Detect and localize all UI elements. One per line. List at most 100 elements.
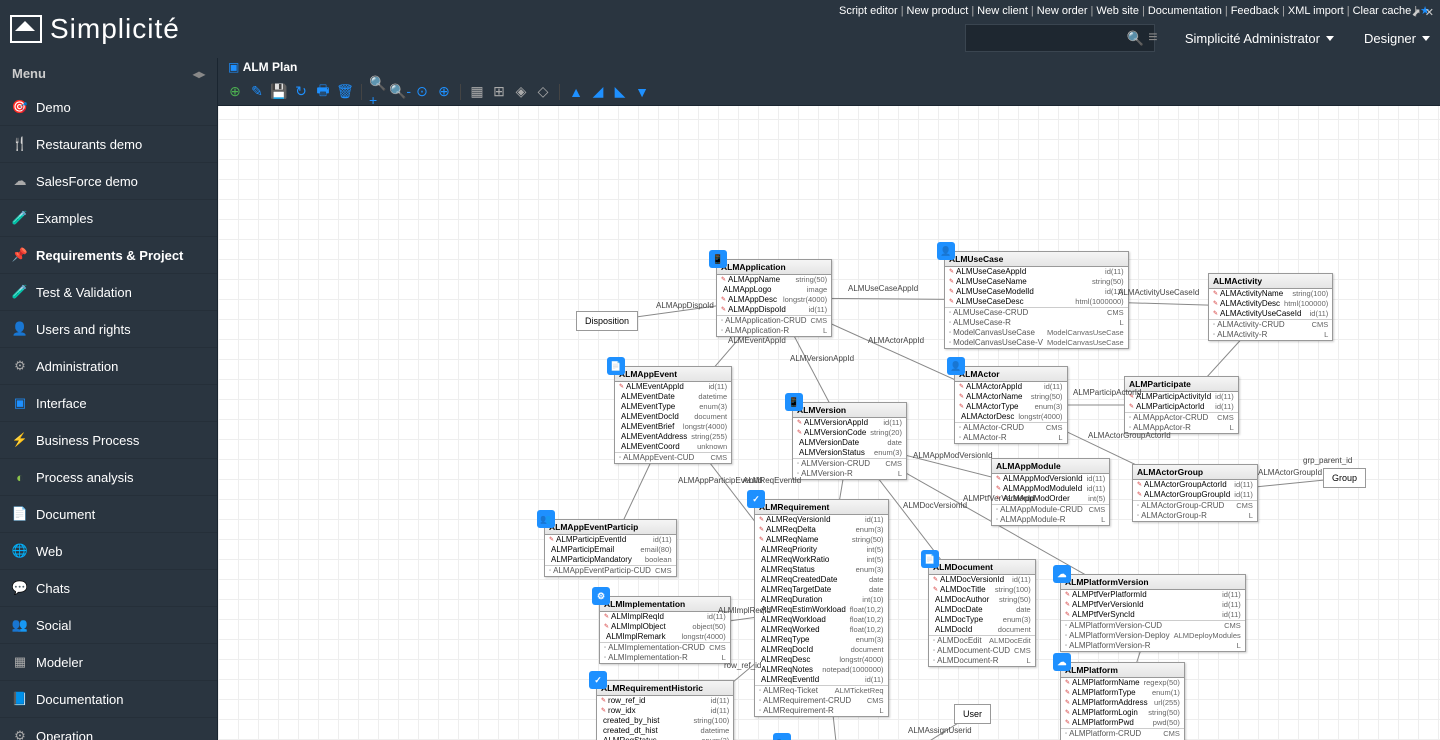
- entity-field: ✎ALMPlatformPwdpwd(50): [1061, 718, 1184, 728]
- box-disposition[interactable]: Disposition: [576, 311, 638, 331]
- collapse-icon[interactable]: ◂▸: [193, 67, 205, 81]
- entity-header[interactable]: ALMActorGroup: [1133, 465, 1257, 480]
- refresh-icon[interactable]: ↻: [292, 83, 310, 101]
- entity-header[interactable]: ALMAppEventParticip👥: [545, 520, 676, 535]
- entity-ALMDocument[interactable]: ALMDocument📄✎ALMDocVersionIdid(11)✎ALMDo…: [928, 559, 1036, 667]
- layer2-icon[interactable]: ◇: [534, 83, 552, 101]
- search-input[interactable]: [972, 31, 1127, 45]
- menu-label: Demo: [36, 100, 71, 115]
- zoom-in-icon[interactable]: 🔍+: [369, 83, 387, 101]
- entity-header[interactable]: ALMAppModule: [992, 459, 1109, 474]
- flip-h-icon[interactable]: ▲: [567, 83, 585, 101]
- print-icon[interactable]: 🖶: [314, 83, 332, 101]
- search-box[interactable]: 🔍 ≡: [965, 24, 1155, 52]
- box-group[interactable]: Group: [1323, 468, 1366, 488]
- entity-header[interactable]: ALMDocument📄: [929, 560, 1035, 575]
- entity-ALMRequirement[interactable]: ALMRequirement✓✎ALMReqVersionIdid(11)✎AL…: [754, 499, 889, 717]
- menu-label: Chats: [36, 581, 70, 596]
- menu-icon: 👥: [12, 617, 28, 633]
- zoom-fit-icon[interactable]: ⊙: [413, 83, 431, 101]
- sidebar-item-interface[interactable]: ▣Interface: [0, 385, 217, 422]
- search-icon[interactable]: 🔍: [1127, 30, 1144, 47]
- entity-ALMAppEvent[interactable]: ALMAppEvent📄✎ALMEventAppIdid(11) ALMEven…: [614, 366, 732, 464]
- entity-field: ALMReqEstimWorkloadfloat(10,2): [755, 605, 888, 615]
- menu-icon: 🍴: [12, 136, 28, 152]
- menu-icon: ⚡: [12, 432, 28, 448]
- top-link-script-editor[interactable]: Script editor: [839, 5, 898, 17]
- sidebar-item-web[interactable]: 🌐Web: [0, 533, 217, 570]
- entity-badge-icon: 👤: [947, 357, 965, 375]
- sidebar-item-salesforce-demo[interactable]: ☁SalesForce demo: [0, 163, 217, 200]
- menu-label: Process analysis: [36, 470, 134, 485]
- entity-header[interactable]: ALMParticipate: [1125, 377, 1238, 392]
- user-dropdown[interactable]: Simplicité Administrator: [1185, 31, 1334, 46]
- sidebar-item-demo[interactable]: 🎯Demo: [0, 89, 217, 126]
- entity-ALMPlatform[interactable]: ALMPlatform☁✎ALMPlatformNameregexp(50)✎A…: [1060, 662, 1185, 740]
- sidebar-item-users-and-rights[interactable]: 👤Users and rights: [0, 311, 217, 348]
- sidebar-item-chats[interactable]: 💬Chats: [0, 570, 217, 607]
- sidebar-item-modeler[interactable]: ▦Modeler: [0, 644, 217, 681]
- sidebar-item-restaurants-demo[interactable]: 🍴Restaurants demo: [0, 126, 217, 163]
- canvas[interactable]: ALMApplication📱✎ALMAppNamestring(50) ALM…: [218, 106, 1440, 740]
- sidebar-item-social[interactable]: 👥Social: [0, 607, 217, 644]
- sidebar-item-operation[interactable]: ⚙Operation: [0, 718, 217, 740]
- entity-header[interactable]: ALMApplication📱: [717, 260, 831, 275]
- entity-ALMRequirementHistoric[interactable]: ALMRequirementHistoric✓✎row_ref_idid(11)…: [596, 680, 734, 740]
- entity-header[interactable]: ALMPlatform☁: [1061, 663, 1184, 678]
- entity-action: ▫ALMPlatformVersion-RL: [1061, 641, 1245, 651]
- entity-field: ALMActorDesclongstr(4000): [955, 412, 1067, 422]
- add-icon[interactable]: ⊕: [226, 83, 244, 101]
- top-link-new-order[interactable]: New order: [1037, 5, 1088, 17]
- grid-icon[interactable]: ▦: [468, 83, 486, 101]
- entity-ALMImplementation[interactable]: ALMImplementation⚙✎ALMImplReqIdid(11)✎AL…: [599, 596, 731, 664]
- entity-ALMAppEventParticip[interactable]: ALMAppEventParticip👥✎ALMParticipEventIdi…: [544, 519, 677, 577]
- sidebar-item-document[interactable]: 📄Document: [0, 496, 217, 533]
- role-dropdown[interactable]: Designer: [1364, 31, 1430, 46]
- top-link-documentation[interactable]: Documentation: [1148, 5, 1222, 17]
- zoom-100-icon[interactable]: ⊕: [435, 83, 453, 101]
- flip-v-icon[interactable]: ◢: [589, 83, 607, 101]
- rotate-icon[interactable]: ◣: [611, 83, 629, 101]
- top-link-clear-cache[interactable]: Clear cache: [1353, 5, 1412, 17]
- edit-icon[interactable]: ✎: [248, 83, 266, 101]
- entity-ALMActor[interactable]: ALMActor👤✎ALMActorAppIdid(11)✎ALMActorNa…: [954, 366, 1068, 444]
- entity-header[interactable]: ALMImplementation⚙: [600, 597, 730, 612]
- top-link-web-site[interactable]: Web site: [1096, 5, 1139, 17]
- entity-header[interactable]: ALMRequirement✓: [755, 500, 888, 515]
- entity-ALMParticipate[interactable]: ALMParticipate✎ALMParticipActivityIdid(1…: [1124, 376, 1239, 434]
- entity-ALMVersion[interactable]: ALMVersion📱✎ALMVersionAppIdid(11)✎ALMVer…: [792, 402, 907, 480]
- sidebar-item-test-validation[interactable]: 🧪Test & Validation: [0, 274, 217, 311]
- entity-header[interactable]: ALMRequirementHistoric✓: [597, 681, 733, 696]
- top-link-new-client[interactable]: New client: [977, 5, 1028, 17]
- sidebar-item-business-process[interactable]: ⚡Business Process: [0, 422, 217, 459]
- entity-ALMActivity[interactable]: ALMActivity✎ALMActivityNamestring(100)✎A…: [1208, 273, 1333, 341]
- entity-header[interactable]: ALMPlatformVersion☁: [1061, 575, 1245, 590]
- entity-ALMAppModule[interactable]: ALMAppModule✎ALMAppModVersionIdid(11)✎AL…: [991, 458, 1110, 526]
- entity-ALMUseCase[interactable]: ALMUseCase👤✎ALMUseCaseAppIdid(11)✎ALMUse…: [944, 251, 1129, 349]
- top-link-new-product[interactable]: New product: [907, 5, 969, 17]
- snap-icon[interactable]: ⊞: [490, 83, 508, 101]
- entity-ALMPlatformVersion[interactable]: ALMPlatformVersion☁✎ALMPtfVerPlatformIdi…: [1060, 574, 1246, 652]
- top-link-xml-import[interactable]: XML import: [1288, 5, 1344, 17]
- delete-icon[interactable]: 🗑: [336, 83, 354, 101]
- menu-icon[interactable]: ≡: [1148, 29, 1157, 47]
- mirror-icon[interactable]: ▼: [633, 83, 651, 101]
- entity-header[interactable]: ALMActivity: [1209, 274, 1332, 289]
- layer-icon[interactable]: ◈: [512, 83, 530, 101]
- canvas-wrap[interactable]: ALMApplication📱✎ALMAppNamestring(50) ALM…: [218, 106, 1440, 740]
- entity-header[interactable]: ALMUseCase👤: [945, 252, 1128, 267]
- sidebar-item-process-analysis[interactable]: ◐Process analysis: [0, 459, 217, 496]
- entity-header[interactable]: ALMActor👤: [955, 367, 1067, 382]
- zoom-out-icon[interactable]: 🔍-: [391, 83, 409, 101]
- entity-header[interactable]: ALMAppEvent📄: [615, 367, 731, 382]
- sidebar-item-administration[interactable]: ⚙Administration: [0, 348, 217, 385]
- sidebar-item-documentation[interactable]: 📘Documentation: [0, 681, 217, 718]
- sidebar-item-examples[interactable]: 🧪Examples: [0, 200, 217, 237]
- top-link-feedback[interactable]: Feedback: [1231, 5, 1279, 17]
- entity-ALMApplication[interactable]: ALMApplication📱✎ALMAppNamestring(50) ALM…: [716, 259, 832, 337]
- entity-header[interactable]: ALMVersion📱: [793, 403, 906, 418]
- entity-ALMActorGroup[interactable]: ALMActorGroup✎ALMActorGroupActorIdid(11)…: [1132, 464, 1258, 522]
- box-user[interactable]: User: [954, 704, 991, 724]
- sidebar-item-requirements-project[interactable]: 📌Requirements & Project: [0, 237, 217, 274]
- save-icon[interactable]: 💾: [270, 83, 288, 101]
